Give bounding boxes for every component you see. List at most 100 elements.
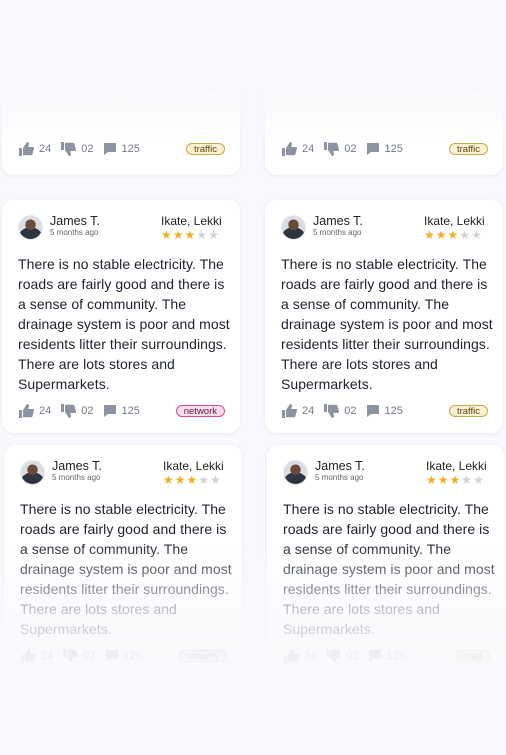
category-tag[interactable]: security <box>178 650 227 662</box>
thumbs-up-icon <box>21 649 36 663</box>
review-time: 5 months ago <box>313 228 362 237</box>
dislike-button[interactable]: 02 <box>62 649 96 663</box>
dislike-count: 02 <box>346 650 359 662</box>
category-tag[interactable]: traffic <box>448 143 488 155</box>
star-icon: ★ <box>174 473 186 487</box>
dislike-button[interactable]: 02 <box>323 142 357 156</box>
star-rating: ★ ★ ★ ★ ★ <box>424 229 488 241</box>
comment-button[interactable]: 125 <box>366 142 403 156</box>
review-card: There is no stable electricity. The road… <box>265 0 503 175</box>
like-button[interactable]: 24 <box>18 142 51 156</box>
category-tag[interactable]: traffic <box>185 143 225 155</box>
star-icon: ★ <box>208 228 219 242</box>
star-icon: ★ <box>210 473 221 487</box>
review-footer: 24 02 125 traffic <box>281 400 488 422</box>
thumbs-down-icon <box>61 404 77 418</box>
author-name: James T. <box>52 459 102 473</box>
comment-icon <box>105 650 118 662</box>
review-header: James T. 5 months ago Ikate, Lekki ★ ★ ★ ★ ★ <box>281 214 488 244</box>
review-text: There is no stable electricity. The road… <box>18 256 230 392</box>
star-icon: ★ <box>196 228 208 242</box>
like-button[interactable]: 24 <box>281 142 314 156</box>
avatar <box>20 460 45 485</box>
star-icon: ★ <box>437 473 449 487</box>
comment-icon <box>366 405 379 417</box>
thumbs-down-icon <box>324 142 340 156</box>
like-count: 24 <box>302 143 315 155</box>
dislike-button[interactable]: 02 <box>323 404 357 418</box>
star-icon: ★ <box>426 473 437 487</box>
dislike-button[interactable]: 02 <box>60 404 94 418</box>
like-count: 24 <box>302 405 315 417</box>
avatar <box>283 460 308 485</box>
dislike-button[interactable]: 02 <box>325 649 359 663</box>
comment-button[interactable]: 125 <box>366 404 403 418</box>
star-rating: ★ ★ ★ ★ ★ <box>426 474 490 486</box>
review-footer: 24 02 125 network <box>18 400 225 422</box>
thumbs-up-icon <box>19 404 34 418</box>
review-text: There is no stable electricity. The road… <box>20 501 232 637</box>
star-rating: ★ ★ ★ ★ ★ <box>161 229 225 241</box>
dislike-count: 02 <box>344 405 357 417</box>
star-icon: ★ <box>435 228 447 242</box>
review-text: There is no stable electricity. The road… <box>283 501 495 637</box>
comment-icon <box>366 143 379 155</box>
category-tag[interactable]: network <box>175 405 225 417</box>
comment-count: 125 <box>384 143 403 155</box>
comment-count: 125 <box>121 143 140 155</box>
comment-icon <box>103 405 116 417</box>
thumbs-down-icon <box>326 649 342 663</box>
review-time: 5 months ago <box>315 473 364 482</box>
comment-count: 125 <box>386 650 405 662</box>
review-header: James T. 5 months ago Ikate, Lekki ★ ★ ★ ★ ★ <box>18 214 225 244</box>
star-icon: ★ <box>473 473 484 487</box>
like-count: 24 <box>39 143 52 155</box>
comment-button[interactable]: 125 <box>368 649 405 663</box>
comment-button[interactable]: 125 <box>105 649 142 663</box>
star-icon: ★ <box>198 473 210 487</box>
thumbs-down-icon <box>61 142 77 156</box>
review-time: 5 months ago <box>52 473 101 482</box>
like-button[interactable]: 24 <box>20 649 53 663</box>
review-card: James T. 5 months ago Ikate, Lekki ★ ★ ★ ★ ★… <box>265 200 503 433</box>
review-text: There is no stable electricity. The road… <box>281 0 488 90</box>
dislike-button[interactable]: 02 <box>60 142 94 156</box>
review-footer: 24 02 125 traffic <box>281 138 488 160</box>
comment-count: 125 <box>384 405 403 417</box>
like-button[interactable]: 24 <box>18 404 51 418</box>
comment-count: 125 <box>123 650 142 662</box>
star-icon: ★ <box>449 473 461 487</box>
category-tag[interactable]: traffic <box>448 405 488 417</box>
author-name: James T. <box>315 459 365 473</box>
location-label: Ikate, Lekki <box>424 214 485 228</box>
star-icon: ★ <box>163 473 174 487</box>
star-rating: ★ ★ ★ ★ ★ <box>163 474 227 486</box>
review-text: There is no stable electricity. The road… <box>281 256 493 392</box>
location-label: Ikate, Lekki <box>163 459 224 473</box>
comment-button[interactable]: 125 <box>103 404 140 418</box>
review-time: 5 months ago <box>50 228 99 237</box>
thumbs-down-icon <box>63 649 79 663</box>
thumbs-up-icon <box>282 142 297 156</box>
star-icon: ★ <box>172 228 184 242</box>
review-card: James T. 5 months ago Ikate, Lekki ★ ★ ★ ★ ★… <box>2 200 240 433</box>
thumbs-down-icon <box>324 404 340 418</box>
dislike-count: 02 <box>81 143 94 155</box>
thumbs-up-icon <box>282 404 297 418</box>
review-card: James T. 5 months ago Ikate, Lekki ★ ★ ★ ★ ★… <box>4 445 242 678</box>
category-tag[interactable]: road <box>454 650 490 662</box>
review-footer: 24 02 125 traffic <box>18 138 225 160</box>
review-footer: 24 02 125 security <box>20 645 227 667</box>
comment-button[interactable]: 125 <box>103 142 140 156</box>
like-button[interactable]: 24 <box>281 404 314 418</box>
star-icon: ★ <box>161 228 172 242</box>
star-icon: ★ <box>459 228 471 242</box>
location-label: Ikate, Lekki <box>426 459 487 473</box>
comment-count: 125 <box>121 405 140 417</box>
review-header: James T. 5 months ago Ikate, Lekki ★ ★ ★ ★ ★ <box>20 459 227 489</box>
like-count: 24 <box>41 650 54 662</box>
review-text: There is no stable electricity. The road… <box>18 0 225 90</box>
star-icon: ★ <box>461 473 473 487</box>
thumbs-up-icon <box>19 142 34 156</box>
like-button[interactable]: 24 <box>283 649 316 663</box>
